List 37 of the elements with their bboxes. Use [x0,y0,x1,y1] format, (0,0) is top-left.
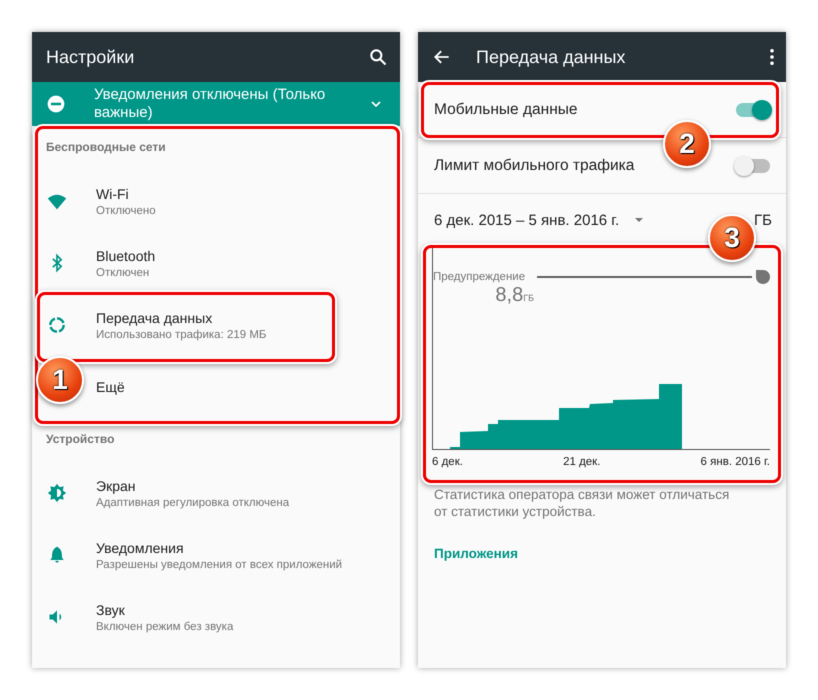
section-header: Устройство [45,431,116,448]
axis-label: 6 дек. [432,456,463,468]
item-subtitle: Отключено [96,204,156,216]
switch-label: Лимит мобильного трафика [434,156,636,174]
warning-label: Предупреждение [433,271,526,283]
more-icon[interactable] [770,49,774,65]
banner-text: Уведомления отключены (Только важные) [94,86,326,122]
usage-amount: ГБ [754,212,772,228]
data-usage-icon [47,315,67,335]
brightness-icon [47,483,67,503]
axis-label: 6 янв. 2016 г. [700,456,770,468]
item-subtitle: Разрешены уведомления от всех приложений [96,558,342,570]
warning-handle-icon[interactable] [756,270,770,284]
toggle-switch[interactable] [736,158,770,172]
item-subtitle: Использовано трафика: 219 МБ [96,328,266,340]
screen-title: Передача данных [476,46,626,68]
item-title[interactable]: Уведомления [96,540,342,556]
period-selector[interactable]: 6 дек. 2015 – 5 янв. 2016 г. [434,212,620,228]
notification-banner[interactable]: Уведомления отключены (Только важные) [32,82,400,126]
item-subtitle: Отключен [96,266,150,278]
section-header: Беспроводные сети [45,139,167,156]
switch-label: Мобильные данные [434,100,579,118]
apps-link[interactable]: Приложения [418,520,786,561]
search-icon [368,47,388,67]
note-text: Статистика оператора связи может отличаться от статистики устройства. [433,486,730,520]
item-title[interactable]: Wi-Fi [96,186,156,202]
minus-circle-icon [46,94,66,114]
item-title[interactable]: Передача данных [96,310,266,326]
item-title[interactable]: Ещё [96,379,125,395]
item-title[interactable]: Звук [96,602,234,618]
warning-value: 8,8ГБ [494,284,534,307]
item-title[interactable]: Bluetooth [96,248,156,264]
axis-label: 21 дек. [563,456,600,468]
item-subtitle: Адаптивная регулировка отключена [96,496,290,508]
screen-title: Настройки [46,46,136,68]
item-title[interactable]: Экран [96,478,290,494]
item-subtitle: Включен режим без звука [96,620,234,632]
